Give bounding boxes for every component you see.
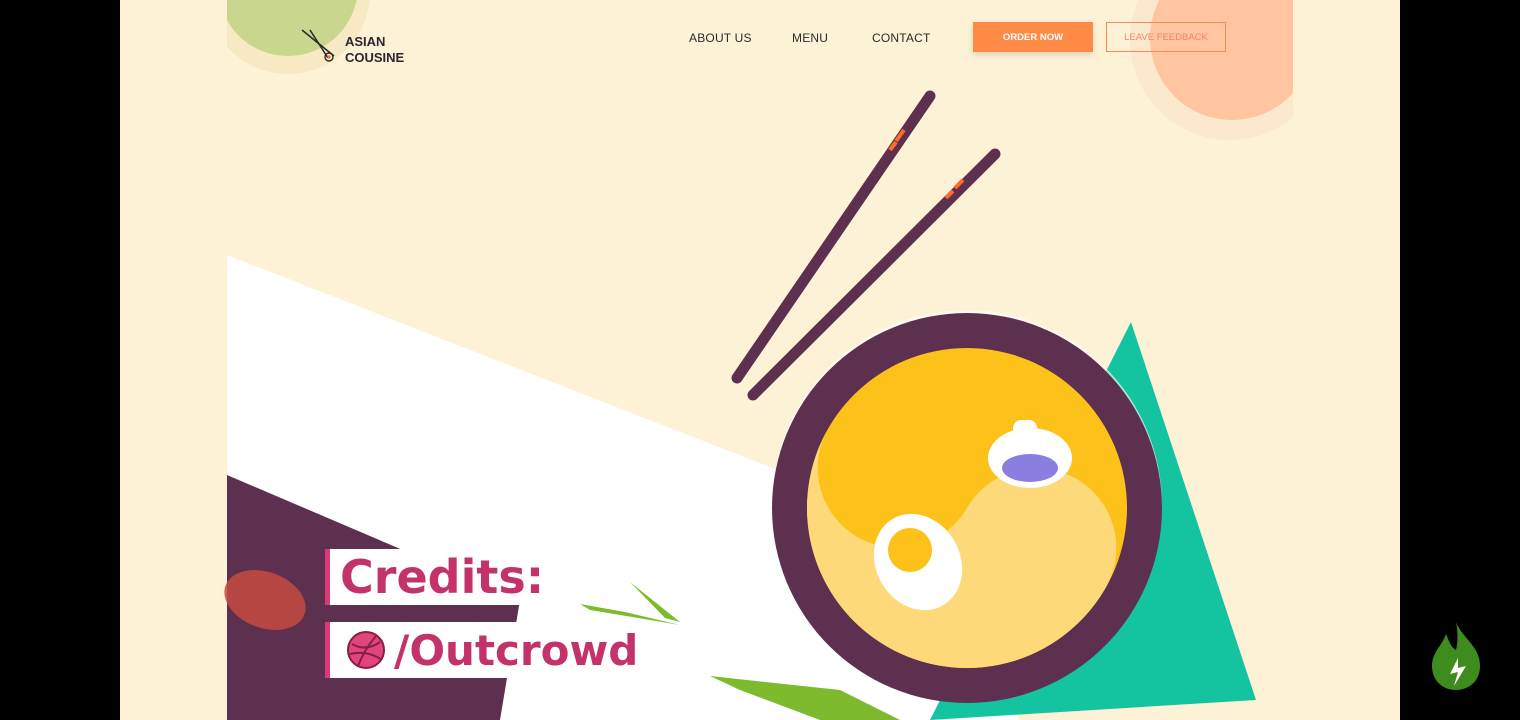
browser-viewport: ASIAN COUSINE ABOUT US MENU CONTACT ORDE… xyxy=(120,0,1400,720)
credits-title: Credits: xyxy=(325,549,553,605)
nav-menu[interactable]: MENU xyxy=(792,31,828,45)
hero-illustration xyxy=(120,0,1400,720)
fire-icon xyxy=(1432,622,1480,690)
credits-title-text: Credits: xyxy=(340,550,545,604)
credits-handle-text: /Outcrowd xyxy=(394,625,639,675)
dribbble-icon xyxy=(347,631,385,669)
order-now-button[interactable]: ORDER NOW xyxy=(973,22,1093,52)
credits-handle: /Outcrowd xyxy=(325,622,645,678)
nav-about-us[interactable]: ABOUT US xyxy=(689,31,752,45)
nav-contact[interactable]: CONTACT xyxy=(872,31,931,45)
chopsticks-logo-icon xyxy=(301,29,335,62)
brand-line-2: COUSINE xyxy=(345,50,405,65)
brand-line-1: ASIAN xyxy=(345,34,386,49)
brand-logo-text[interactable]: ASIAN COUSINE xyxy=(345,34,404,66)
leave-feedback-button[interactable]: LEAVE FEEDBACK xyxy=(1106,22,1226,52)
